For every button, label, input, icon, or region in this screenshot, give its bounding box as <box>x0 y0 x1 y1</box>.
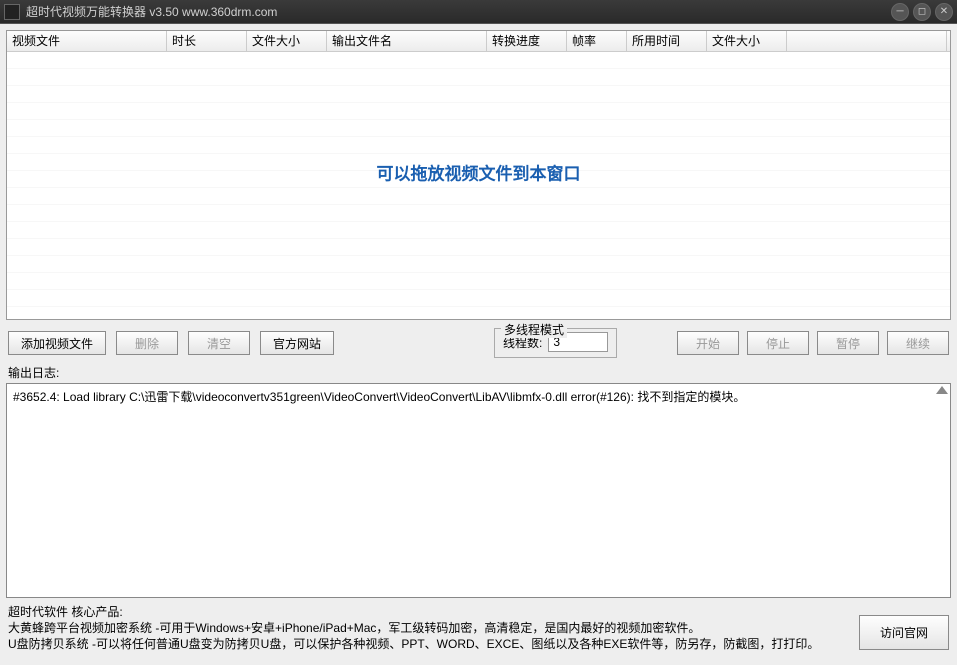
titlebar: 超时代视频万能转换器 v3.50 www.360drm.com ─ ◻ ✕ <box>0 0 957 24</box>
pause-button[interactable]: 暂停 <box>817 331 879 355</box>
continue-button[interactable]: 继续 <box>887 331 949 355</box>
delete-button[interactable]: 删除 <box>116 331 178 355</box>
maximize-button[interactable]: ◻ <box>913 3 931 21</box>
log-area[interactable]: #3652.4: Load library C:\迅雷下载\videoconve… <box>6 383 951 598</box>
footer-line-2: 大黄蜂跨平台视频加密系统 -可用于Windows+安卓+iPhone/iPad+… <box>8 620 859 636</box>
thread-group: 多线程模式 线程数: <box>494 328 617 358</box>
toolbar: 添加视频文件 删除 清空 官方网站 多线程模式 线程数: 开始 停止 暂停 继续 <box>6 320 951 362</box>
file-list: 视频文件时长文件大小输出文件名转换进度帧率所用时间文件大小 可以拖放视频文件到本… <box>6 30 951 320</box>
start-button[interactable]: 开始 <box>677 331 739 355</box>
column-header-0[interactable]: 视频文件 <box>7 31 167 51</box>
footer: 超时代软件 核心产品: 大黄蜂跨平台视频加密系统 -可用于Windows+安卓+… <box>6 598 951 654</box>
column-header-8[interactable] <box>787 31 947 51</box>
column-header-5[interactable]: 帧率 <box>567 31 627 51</box>
drop-hint: 可以拖放视频文件到本窗口 <box>377 160 581 185</box>
thread-legend: 多线程模式 <box>501 321 567 338</box>
column-header-2[interactable]: 文件大小 <box>247 31 327 51</box>
column-header-1[interactable]: 时长 <box>167 31 247 51</box>
file-list-body[interactable]: 可以拖放视频文件到本窗口 <box>7 52 950 319</box>
run-buttons: 开始 停止 暂停 继续 <box>677 331 949 355</box>
column-header-4[interactable]: 转换进度 <box>487 31 567 51</box>
column-header-3[interactable]: 输出文件名 <box>327 31 487 51</box>
log-label: 输出日志: <box>6 362 951 383</box>
column-header-6[interactable]: 所用时间 <box>627 31 707 51</box>
window-title: 超时代视频万能转换器 v3.50 www.360drm.com <box>26 3 277 20</box>
scroll-up-icon[interactable] <box>936 386 948 394</box>
close-button[interactable]: ✕ <box>935 3 953 21</box>
official-site-button[interactable]: 官方网站 <box>260 331 334 355</box>
footer-text: 超时代软件 核心产品: 大黄蜂跨平台视频加密系统 -可用于Windows+安卓+… <box>8 604 859 652</box>
visit-official-button[interactable]: 访问官网 <box>859 615 949 650</box>
minimize-button[interactable]: ─ <box>891 3 909 21</box>
column-header-7[interactable]: 文件大小 <box>707 31 787 51</box>
stop-button[interactable]: 停止 <box>747 331 809 355</box>
add-video-button[interactable]: 添加视频文件 <box>8 331 106 355</box>
footer-line-3: U盘防拷贝系统 -可以将任何普通U盘变为防拷贝U盘，可以保护各种视频、PPT、W… <box>8 636 859 652</box>
clear-button[interactable]: 清空 <box>188 331 250 355</box>
footer-line-1: 超时代软件 核心产品: <box>8 604 859 620</box>
log-line: #3652.4: Load library C:\迅雷下载\videoconve… <box>13 388 944 405</box>
main-area: 视频文件时长文件大小输出文件名转换进度帧率所用时间文件大小 可以拖放视频文件到本… <box>0 24 957 665</box>
file-list-header: 视频文件时长文件大小输出文件名转换进度帧率所用时间文件大小 <box>7 31 950 52</box>
app-icon <box>4 4 20 20</box>
